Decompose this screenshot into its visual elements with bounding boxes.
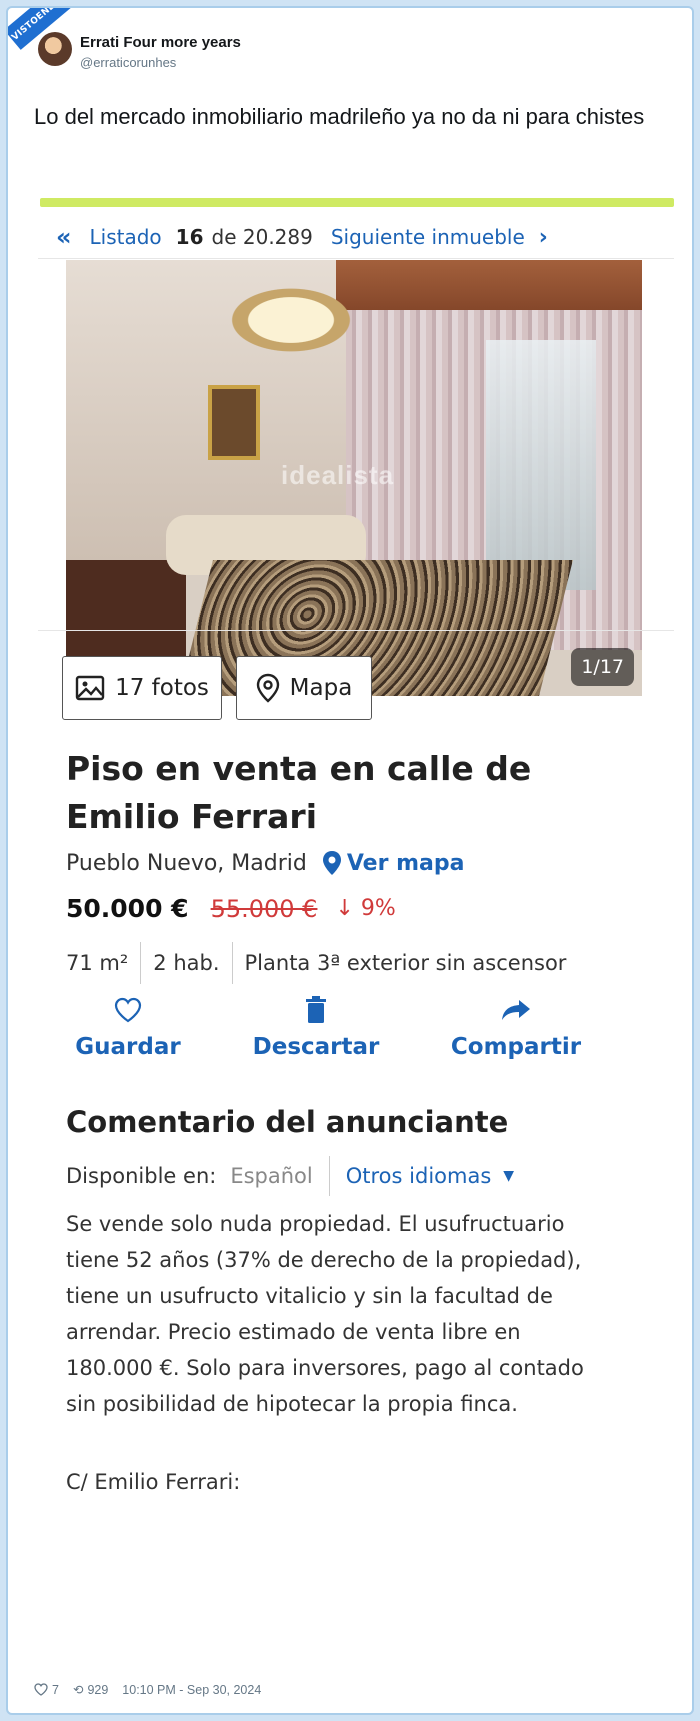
like-count: 7 bbox=[52, 1682, 59, 1697]
listing-navigation: « Listado 16 de 20.289 Siguiente inmuebl… bbox=[56, 220, 656, 254]
photos-button[interactable]: 17 fotos bbox=[62, 656, 222, 720]
photo-watermark: idealista bbox=[281, 460, 395, 490]
comment-section-title: Comentario del anunciante bbox=[66, 1105, 509, 1139]
photos-button-label: 17 fotos bbox=[115, 675, 209, 701]
feature-floor: Planta 3ª exterior sin ascensor bbox=[231, 942, 579, 984]
available-in-label: Disponible en: bbox=[66, 1164, 217, 1188]
retweet-count: 929 bbox=[87, 1682, 109, 1697]
double-chevron-left-icon[interactable]: « bbox=[56, 223, 72, 251]
total-count: de 20.289 bbox=[211, 225, 313, 249]
other-languages-dropdown[interactable]: Otros idiomas ▼ bbox=[346, 1164, 514, 1188]
heart-icon bbox=[114, 997, 142, 1023]
author-handle[interactable]: @erraticorunhes bbox=[80, 55, 176, 70]
wall-painting bbox=[208, 385, 260, 460]
current-position: 16 bbox=[175, 225, 204, 249]
see-map-link[interactable]: Ver mapa bbox=[311, 850, 464, 876]
discard-button[interactable]: Descartar bbox=[216, 990, 416, 1060]
retweet-icon: ⟲ bbox=[72, 1683, 84, 1697]
address-text: C/ Emilio Ferrari: bbox=[66, 1470, 241, 1494]
listing-features: 71 m² 2 hab. Planta 3ª exterior sin asce… bbox=[66, 942, 578, 984]
save-label: Guardar bbox=[75, 1034, 181, 1060]
listing-title: Piso en venta en calle de Emilio Ferrari bbox=[66, 749, 532, 836]
listing-screenshot: « Listado 16 de 20.289 Siguiente inmuebl… bbox=[34, 190, 674, 1670]
price-row: 50.000 € 55.000 € ↓ 9% bbox=[66, 894, 396, 923]
back-to-list-link[interactable]: Listado bbox=[90, 225, 162, 249]
listing-location: Pueblo Nuevo, Madrid Ver mapa bbox=[66, 850, 464, 876]
like-button[interactable]: 7 bbox=[34, 1683, 59, 1697]
header-accent-bar bbox=[40, 198, 674, 207]
caret-down-icon: ▼ bbox=[503, 1168, 515, 1184]
previous-price: 55.000 € bbox=[210, 894, 318, 923]
avatar[interactable] bbox=[38, 32, 72, 66]
chandelier bbox=[216, 280, 366, 360]
share-label: Compartir bbox=[450, 1034, 582, 1060]
discard-label: Descartar bbox=[252, 1034, 380, 1060]
next-listing-link[interactable]: Siguiente inmueble bbox=[331, 225, 525, 249]
current-language: Español bbox=[230, 1156, 330, 1196]
tweet-frame: VISTOENLASREDES Errati Four more years @… bbox=[6, 6, 694, 1715]
tweet-text: Lo del mercado inmobiliario madrileño ya… bbox=[34, 104, 645, 129]
share-button[interactable]: Compartir bbox=[416, 990, 616, 1060]
author-name[interactable]: Errati Four more years bbox=[80, 34, 241, 51]
heart-icon bbox=[34, 1683, 48, 1696]
location-pin-icon bbox=[256, 673, 279, 703]
advertiser-comment: Se vende solo nuda propiedad. El usufruc… bbox=[66, 1212, 584, 1416]
tweet-timestamp[interactable]: 10:10 PM - Sep 30, 2024 bbox=[122, 1683, 261, 1697]
current-price: 50.000 € bbox=[66, 894, 189, 923]
retweet-button[interactable]: ⟲ 929 bbox=[72, 1682, 109, 1698]
chevron-right-icon[interactable]: › bbox=[539, 225, 548, 250]
save-button[interactable]: Guardar bbox=[28, 990, 228, 1060]
language-selector-row: Disponible en: Español Otros idiomas ▼ bbox=[66, 1156, 514, 1196]
location-text: Pueblo Nuevo, Madrid bbox=[66, 850, 307, 876]
share-arrow-icon bbox=[502, 1000, 530, 1020]
map-button-label: Mapa bbox=[289, 675, 353, 701]
trash-icon bbox=[306, 996, 326, 1023]
image-icon bbox=[75, 675, 105, 701]
photo-counter: 1/17 bbox=[571, 648, 634, 686]
feature-rooms: 2 hab. bbox=[140, 942, 231, 984]
price-drop-badge: ↓ 9% bbox=[335, 896, 396, 921]
divider bbox=[38, 630, 674, 631]
map-button[interactable]: Mapa bbox=[236, 656, 372, 720]
divider bbox=[38, 258, 674, 259]
tweet-footer: 7 ⟲ 929 10:10 PM - Sep 30, 2024 bbox=[34, 1682, 261, 1697]
location-pin-icon bbox=[322, 851, 341, 875]
feature-area: 71 m² bbox=[66, 951, 129, 975]
